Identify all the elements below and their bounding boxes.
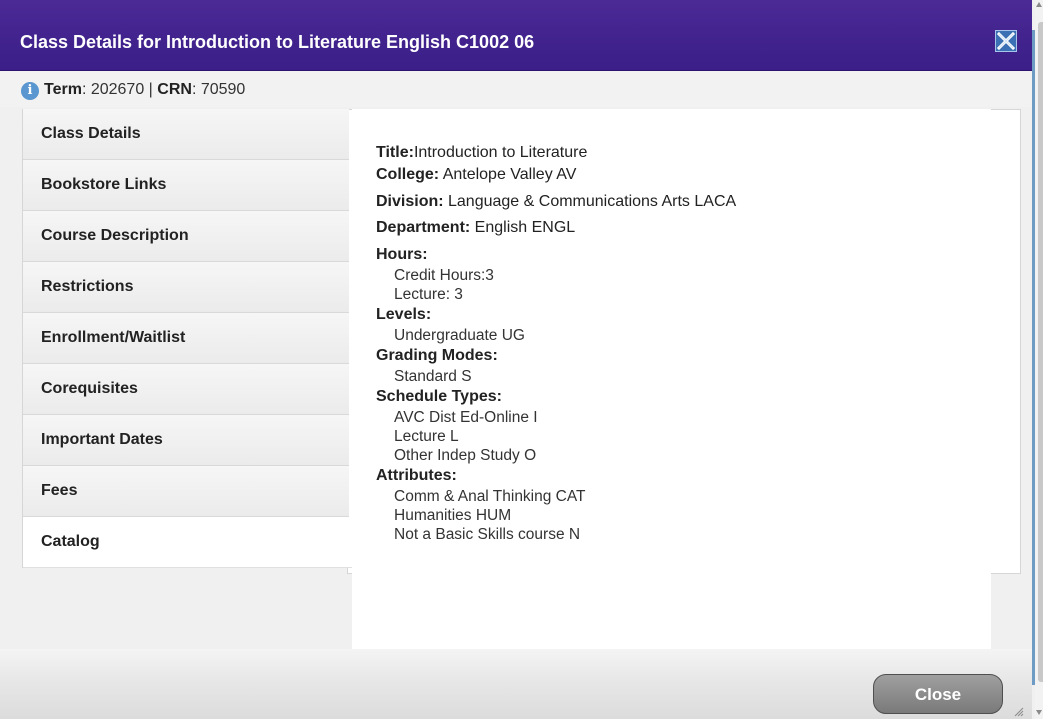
college-value: Antelope Valley AV — [439, 166, 577, 183]
term-crn-text: Term: 202670 | CRN: 70590 — [44, 81, 245, 99]
term-label: Term — [44, 81, 82, 98]
tab-course-description[interactable]: Course Description — [23, 211, 349, 262]
schedule-row: Schedule Types: — [376, 386, 736, 408]
hours-label: Hours: — [376, 246, 428, 263]
department-label: Department: — [376, 219, 471, 236]
division-row: Division: Language & Communications Arts… — [376, 191, 736, 213]
grading-label: Grading Modes: — [376, 347, 498, 364]
attributes-row: Attributes: — [376, 465, 736, 487]
attribute-item: Not a Basic Skills course N — [394, 526, 581, 543]
division-label: Division: — [376, 193, 444, 210]
term-info-bar: i Term: 202670 | CRN: 70590 — [0, 71, 1032, 107]
tab-fees[interactable]: Fees — [23, 466, 349, 517]
tab-bookstore-links[interactable]: Bookstore Links — [23, 160, 349, 211]
hours-item: Lecture: 3 — [394, 286, 463, 303]
crn-label: CRN — [157, 81, 192, 98]
scroll-down-icon[interactable] — [1036, 710, 1042, 715]
grading-row: Grading Modes: — [376, 345, 736, 367]
resize-grip-icon[interactable] — [1012, 705, 1024, 717]
close-icon[interactable] — [995, 30, 1017, 52]
levels-item: Undergraduate UG — [394, 327, 525, 344]
title-row: Title:Introduction to Literature — [376, 142, 736, 164]
attribute-item: Comm & Anal Thinking CAT — [394, 488, 586, 505]
dialog-title-bar: Class Details for Introduction to Litera… — [0, 0, 1032, 71]
schedule-label: Schedule Types: — [376, 388, 502, 405]
department-value: English ENGL — [470, 219, 576, 236]
title-value: Introduction to Literature — [413, 144, 588, 161]
crn-value: : 70590 — [191, 81, 246, 98]
tab-enrollment-waitlist[interactable]: Enrollment/Waitlist — [23, 313, 349, 364]
college-row: College: Antelope Valley AV — [376, 164, 736, 186]
tab-list: Class Details Bookstore Links Course Des… — [22, 109, 355, 568]
dialog-title: Class Details for Introduction to Litera… — [20, 32, 535, 52]
close-button[interactable]: Close — [873, 674, 1003, 714]
schedule-item: Other Indep Study O — [394, 447, 537, 464]
tab-corequisites[interactable]: Corequisites — [23, 364, 349, 415]
scroll-up-icon[interactable] — [1036, 2, 1042, 7]
schedule-item: Lecture L — [394, 428, 459, 445]
attribute-item: Humanities HUM — [394, 507, 512, 524]
class-details-dialog: Class Details for Introduction to Litera… — [0, 0, 1032, 719]
division-value: Language & Communications Arts LACA — [443, 193, 737, 210]
tab-catalog[interactable]: Catalog — [23, 517, 355, 568]
catalog-content: Title:Introduction to Literature College… — [376, 142, 736, 544]
hours-item: Credit Hours:3 — [394, 267, 494, 284]
info-icon: i — [21, 82, 39, 100]
scrollbar-thumb[interactable] — [1038, 22, 1043, 682]
college-label: College: — [376, 166, 440, 183]
grading-item: Standard S — [394, 368, 472, 385]
tab-class-details[interactable]: Class Details — [23, 109, 349, 160]
levels-row: Levels: — [376, 304, 736, 326]
title-label: Title: — [376, 144, 414, 161]
tab-important-dates[interactable]: Important Dates — [23, 415, 349, 466]
tab-restrictions[interactable]: Restrictions — [23, 262, 349, 313]
catalog-panel: Title:Introduction to Literature College… — [352, 109, 991, 649]
levels-label: Levels: — [376, 306, 432, 323]
term-value: : 202670 | — [81, 81, 158, 98]
department-row: Department: English ENGL — [376, 217, 736, 239]
schedule-item: AVC Dist Ed-Online I — [394, 409, 538, 426]
hours-row: Hours: — [376, 244, 736, 266]
attributes-label: Attributes: — [376, 467, 457, 484]
